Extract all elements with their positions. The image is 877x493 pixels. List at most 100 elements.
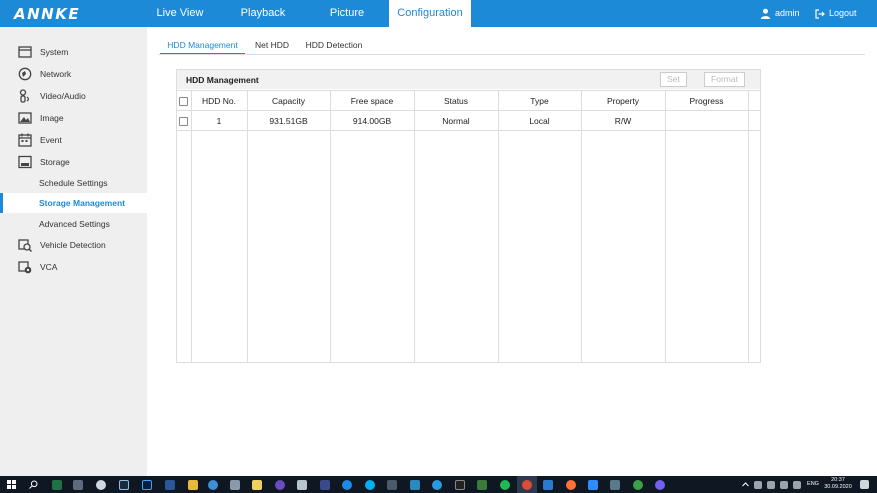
language-indicator[interactable]: ENG [806,481,820,488]
sidebar-item-video-audio[interactable]: Video/Audio [0,85,147,107]
lightroom-icon[interactable] [119,480,129,490]
sidebar-item-event[interactable]: Event [0,129,147,151]
sidebar: System Network Video/Audio Image Event S… [0,27,147,476]
chevron-up-icon[interactable] [742,481,749,488]
tab-net-hdd[interactable]: Net HDD [250,36,294,55]
logout-label: Logout [829,8,857,18]
tab-hdd-detection[interactable]: HDD Detection [302,36,366,55]
row-checkbox[interactable] [179,117,188,126]
media-icon[interactable] [275,480,285,490]
sidebar-item-label: Storage [40,157,70,167]
tray-icon[interactable] [754,481,762,489]
app-icon[interactable] [387,480,397,490]
set-button[interactable]: Set [660,72,687,87]
file-icon[interactable] [73,480,83,490]
edge-icon[interactable] [342,480,352,490]
skype-icon[interactable] [365,480,375,490]
clock-time[interactable]: 20:37 [822,477,854,484]
select-all-checkbox[interactable] [179,97,188,106]
cell-hdd-no: 1 [216,116,222,126]
sidebar-item-label: Event [40,135,62,145]
sidebar-item-label: Vehicle Detection [40,240,106,250]
app-icon[interactable] [96,480,106,490]
cell-type: Local [529,116,550,126]
sidebar-item-network[interactable]: Network [0,63,147,85]
sidebar-item-label: Network [40,69,72,79]
notes-icon[interactable] [252,480,262,490]
column-header-status: Status [443,96,469,106]
excel-icon[interactable] [52,480,62,490]
app-icon[interactable] [410,480,420,490]
tab-live-view[interactable]: Live View [145,0,215,27]
firefox-icon[interactable] [566,480,576,490]
tab-configuration[interactable]: Configuration [389,0,471,27]
sidebar-item-vca[interactable]: VCA [0,256,147,278]
cell-status: Normal [442,116,470,126]
table-border [177,90,760,91]
vehicle-detection-icon [18,239,32,252]
sidebar-subitem-label: Schedule Settings [39,178,108,188]
sidebar-subitem-schedule-settings[interactable]: Schedule Settings [0,173,147,193]
video-audio-icon [19,89,30,103]
notifications-icon[interactable] [860,480,869,489]
sidebar-subitem-advanced-settings[interactable]: Advanced Settings [0,214,147,234]
word-icon[interactable] [165,480,175,490]
vscode-icon[interactable] [543,480,553,490]
hdd-management-panel: HDD Management Set Format HDD No. Capaci… [176,69,761,363]
table-border [177,110,760,111]
table-column-divider [330,90,331,363]
viber-icon[interactable] [655,480,665,490]
volume-icon[interactable] [793,481,801,489]
table-column-divider [748,90,749,363]
brand-logo: ANNKE [14,5,81,23]
format-button[interactable]: Format [704,72,745,87]
sidebar-item-label: System [40,47,69,57]
save-icon[interactable] [320,480,330,490]
tab-picture[interactable]: Picture [312,0,382,27]
network-tray-icon[interactable] [780,481,788,489]
cell-free-space: 914.00GB [352,116,392,126]
spotify-icon[interactable] [500,480,510,490]
terminal-icon[interactable] [455,480,465,490]
column-header-capacity: Capacity [271,96,306,106]
column-header-hdd-no: HDD No. [201,96,236,106]
column-header-type: Type [530,96,549,106]
image-icon [18,112,32,124]
start-button-icon[interactable] [7,480,16,489]
sidebar-item-storage[interactable]: Storage [0,151,147,173]
telegram-icon[interactable] [432,480,442,490]
zoom-icon[interactable] [588,480,598,490]
table-column-divider [247,90,248,363]
photoshop-icon[interactable] [142,480,152,490]
storage-icon [18,155,32,169]
tab-hdd-management[interactable]: HDD Management [160,36,245,55]
sidebar-subitem-label: Advanced Settings [39,219,110,229]
sidebar-item-system[interactable]: System [0,41,147,63]
app-icon[interactable] [633,480,643,490]
tray-icon[interactable] [767,481,775,489]
cell-capacity: 931.51GB [269,116,308,126]
tab-playback[interactable]: Playback [228,0,298,27]
explorer-icon[interactable] [188,480,198,490]
sidebar-item-vehicle-detection[interactable]: Vehicle Detection [0,234,147,256]
chrome-icon[interactable] [522,480,532,490]
tool-icon[interactable] [230,480,240,490]
browser-icon[interactable] [208,480,218,490]
table-border [177,130,760,131]
cell-property: R/W [614,116,632,126]
user-menu[interactable]: admin [760,0,800,27]
sidebar-item-image[interactable]: Image [0,107,147,129]
app-icon[interactable] [610,480,620,490]
app-icon[interactable] [477,480,487,490]
clock-date[interactable]: 30.09.2020 [822,484,854,491]
logout-icon [815,8,825,19]
sidebar-subitem-storage-management[interactable]: Storage Management [0,193,147,213]
logout-button[interactable]: Logout [815,0,857,27]
app-icon[interactable] [297,480,307,490]
network-icon [18,67,32,81]
search-icon[interactable] [29,480,38,489]
table-column-divider [665,90,666,363]
sidebar-item-label: Image [40,113,64,123]
panel-header: HDD Management Set Format [177,70,760,89]
vca-icon [18,261,32,274]
